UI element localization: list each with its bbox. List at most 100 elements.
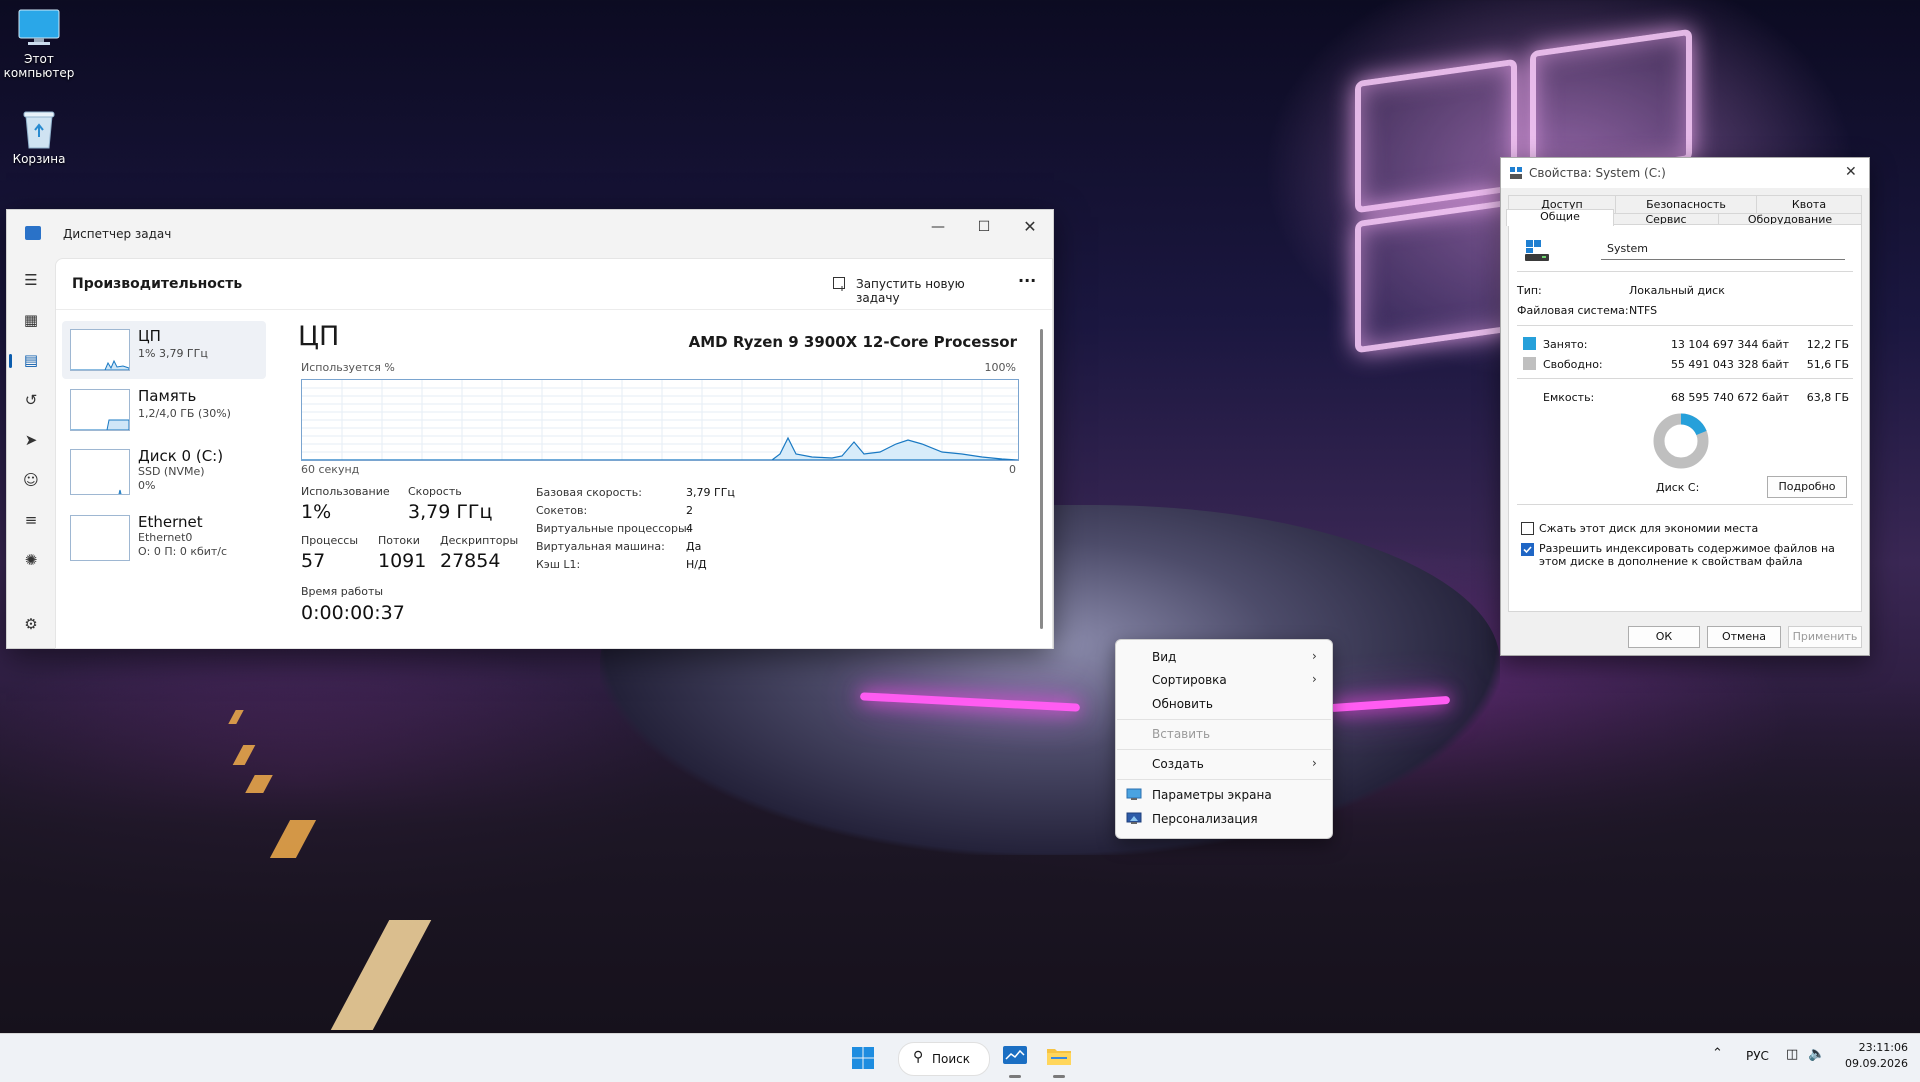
minimize-button[interactable]: — (915, 210, 961, 246)
chevron-right-icon: › (1312, 672, 1317, 686)
menu-item-personalize[interactable]: Персонализация (1152, 812, 1258, 826)
scrollbar[interactable] (1040, 329, 1043, 629)
handles-label: Дескрипторы (440, 534, 519, 547)
sidebar-item-detail: 1,2/4,0 ГБ (30%) (138, 407, 231, 420)
tab-quota[interactable]: Квота (1756, 195, 1862, 215)
sidebar-item-cpu[interactable]: ЦП 1% 3,79 ГГц (62, 321, 266, 379)
running-indicator (1009, 1075, 1021, 1078)
detail-value: 2 (686, 504, 693, 517)
detail-value: 3,79 ГГц (686, 486, 735, 499)
task-manager-app-icon (25, 226, 41, 240)
detail-value: Да (686, 540, 702, 553)
maximize-button[interactable]: ☐ (961, 210, 1007, 246)
network-icon[interactable]: ◫ (1786, 1047, 1798, 1062)
detail-key: Кэш L1: (536, 558, 581, 571)
menu-item-sort[interactable]: Сортировка (1152, 673, 1227, 687)
menu-item-create[interactable]: Создать (1152, 757, 1204, 771)
run-new-task-button[interactable]: Запустить новую задачу (832, 273, 1002, 305)
dialog-close-button[interactable]: ✕ (1845, 164, 1857, 180)
disk-usage-donut-chart (1653, 413, 1709, 469)
disk-thumbnail-graph (70, 449, 130, 495)
menu-item-refresh[interactable]: Обновить (1152, 697, 1213, 711)
search-icon: ⚲ (913, 1049, 924, 1065)
sidebar-item-title: ЦП (138, 327, 161, 345)
checkmark-icon (1523, 546, 1532, 554)
uptime-value: 0:00:00:37 (301, 602, 405, 624)
speed-label: Скорость (408, 485, 462, 498)
processes-icon[interactable]: ▦ (21, 310, 41, 330)
desktop-icon-this-pc[interactable]: Этот компьютер (0, 8, 78, 80)
memory-thumbnail-graph (70, 389, 130, 431)
show-hidden-icons-chevron-up-icon[interactable]: ⌃ (1712, 1046, 1723, 1061)
hamburger-menu-icon[interactable]: ☰ (21, 270, 41, 290)
threads-value: 1091 (378, 550, 427, 572)
run-new-task-label: Запустить новую задачу (856, 277, 965, 305)
free-gb: 51,6 ГБ (1806, 358, 1849, 371)
clock-date[interactable]: 09.09.2026 (1842, 1057, 1908, 1070)
dialog-title-bar[interactable]: Свойства: System (C:) ✕ (1501, 158, 1869, 188)
sidebar-item-disk[interactable]: Диск 0 (C:) SSD (NVMe) 0% (62, 441, 266, 499)
sidebar-item-ethernet[interactable]: Ethernet Ethernet0 О: 0 П: 0 кбит/с (62, 507, 266, 565)
used-gb: 12,2 ГБ (1806, 338, 1849, 351)
volume-name-value: System (1607, 242, 1649, 255)
folder-icon (1047, 1049, 1071, 1065)
clock-time[interactable]: 23:11:06 (1842, 1041, 1908, 1054)
cancel-button[interactable]: Отмена (1707, 626, 1781, 648)
index-checkbox[interactable] (1521, 543, 1534, 556)
processor-name: AMD Ryzen 9 3900X 12-Core Processor (688, 333, 1017, 351)
tab-security[interactable]: Безопасность (1615, 195, 1757, 215)
menu-item-paste[interactable]: Вставить (1152, 727, 1210, 741)
settings-gear-icon[interactable]: ⚙ (21, 614, 41, 634)
usage-label: Использование (301, 485, 390, 498)
language-indicator[interactable]: РУС (1746, 1049, 1769, 1063)
volume-icon[interactable]: 🔈 (1808, 1046, 1825, 1062)
sidebar-item-detail: Ethernet0 (138, 531, 193, 544)
sidebar-item-detail: 1% 3,79 ГГц (138, 347, 208, 360)
personalization-icon (1126, 812, 1142, 824)
ok-button[interactable]: ОК (1628, 626, 1700, 648)
desktop-icon-label: Этот компьютер (3, 52, 75, 80)
menu-item-display-settings[interactable]: Параметры экрана (1152, 788, 1272, 802)
drive-icon (1510, 167, 1522, 179)
page-title: Производительность (72, 276, 243, 292)
taskbar-search-box[interactable]: ⚲ Поиск (898, 1042, 990, 1076)
menu-item-view[interactable]: Вид (1152, 650, 1176, 664)
task-manager-window: Диспетчер задач — ☐ ✕ ☰ ▦ ▤ ↺ ➤ ☺ ≡ ✺ ⚙ … (6, 209, 1054, 649)
recycle-bin-icon (17, 108, 61, 149)
disk-cleanup-details-button[interactable]: Подробно (1767, 476, 1847, 498)
index-label: Разрешить индексировать содержимое файло… (1539, 542, 1835, 568)
menu-separator (1117, 779, 1331, 780)
sidebar-item-memory[interactable]: Память 1,2/4,0 ГБ (30%) (62, 381, 266, 439)
more-options-button[interactable]: ··· (1018, 271, 1036, 290)
handles-value: 27854 (440, 550, 501, 572)
system-drive-icon (1525, 240, 1549, 261)
app-history-icon[interactable]: ↺ (21, 390, 41, 410)
taskbar: ⚲ Поиск ⌃ РУС ◫ 🔈 23:11:06 09.09.2026 (0, 1033, 1920, 1082)
services-icon[interactable]: ✺ (21, 550, 41, 570)
title-bar[interactable]: Диспетчер задач — ☐ ✕ (7, 210, 1053, 258)
desktop-icon-recycle-bin[interactable]: Корзина (0, 108, 78, 166)
apply-button[interactable]: Применить (1788, 626, 1862, 648)
nav-selection-indicator (9, 354, 12, 368)
filesystem-label: Файловая система: (1517, 304, 1629, 317)
threads-label: Потоки (378, 534, 420, 547)
divider (1517, 378, 1853, 379)
taskbar-file-explorer-button[interactable] (1044, 1042, 1074, 1078)
close-button[interactable]: ✕ (1007, 210, 1053, 246)
performance-icon[interactable]: ▤ (21, 350, 41, 370)
users-icon[interactable]: ☺ (21, 470, 41, 490)
taskbar-task-manager-button[interactable] (1000, 1042, 1030, 1078)
details-icon[interactable]: ≡ (21, 510, 41, 530)
ethernet-thumbnail-graph (70, 515, 130, 561)
cpu-thumbnail-graph (70, 329, 130, 371)
sidebar-item-detail: 0% (138, 479, 156, 492)
tab-general[interactable]: Общие (1506, 209, 1614, 226)
disk-properties-dialog: Свойства: System (C:) ✕ Доступ Безопасно… (1500, 157, 1870, 656)
startup-apps-icon[interactable]: ➤ (21, 430, 41, 450)
compress-checkbox[interactable] (1521, 522, 1534, 535)
monitor-icon (17, 8, 61, 48)
start-button-windows-icon[interactable] (851, 1046, 875, 1070)
sidebar-item-title: Память (138, 387, 197, 405)
compress-label: Сжать этот диск для экономии места (1539, 522, 1759, 535)
volume-name-input[interactable]: System (1601, 239, 1845, 260)
